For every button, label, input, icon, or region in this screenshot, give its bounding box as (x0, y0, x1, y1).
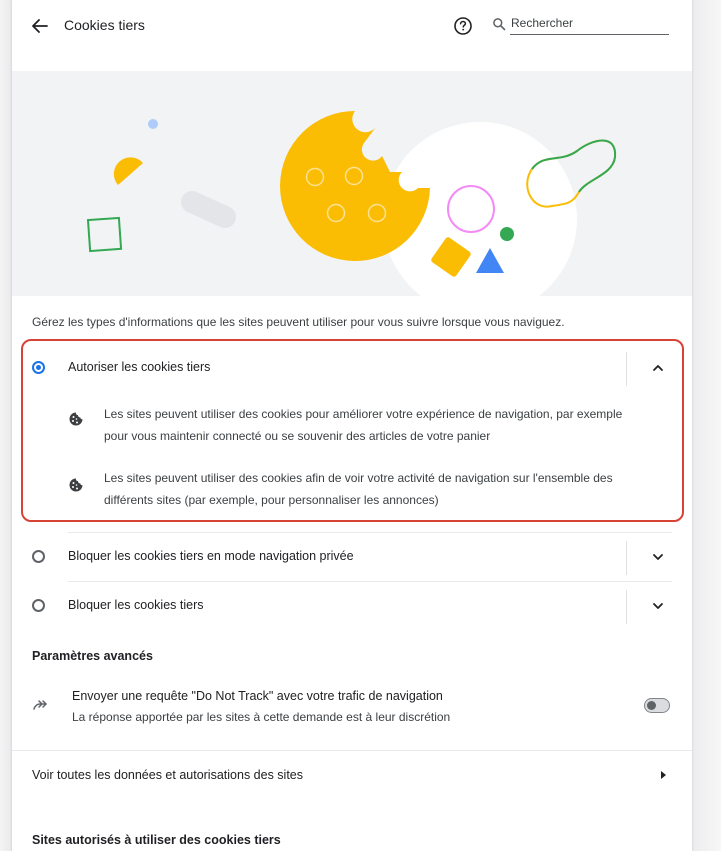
option-block-third-party[interactable]: Bloquer les cookies tiers (12, 582, 692, 630)
dnt-sublabel: La réponse apportée par les sites à cett… (72, 710, 451, 724)
dnt-toggle[interactable] (644, 698, 670, 713)
back-button[interactable] (28, 14, 52, 38)
help-button[interactable] (452, 15, 474, 37)
vertical-separator (626, 541, 627, 575)
advanced-section-title: Paramètres avancés (32, 649, 153, 663)
arrow-back-icon (32, 19, 48, 33)
page-gutter-right (692, 0, 721, 851)
hero-illustration (12, 71, 692, 296)
option-label: Bloquer les cookies tiers (68, 598, 204, 612)
chevron-down-icon (653, 603, 663, 609)
settings-card: Cookies tiers Rechercher Gérez les types… (12, 0, 692, 851)
do-not-track-icon (33, 700, 47, 710)
expand-toggle[interactable] (649, 597, 667, 615)
search-input[interactable] (510, 14, 669, 35)
help-icon (454, 17, 472, 35)
vertical-separator (626, 590, 627, 624)
chevron-down-icon (653, 554, 663, 560)
expand-toggle[interactable] (649, 548, 667, 566)
page-title: Cookies tiers (64, 17, 145, 33)
radio-block-incognito[interactable] (32, 550, 45, 563)
site-data-link: Voir toutes les données et autorisations… (32, 768, 303, 782)
page-header: Cookies tiers (12, 0, 692, 56)
option-label: Bloquer les cookies tiers en mode naviga… (68, 549, 354, 563)
option-block-incognito[interactable]: Bloquer les cookies tiers en mode naviga… (12, 533, 692, 581)
highlight-annotation (21, 339, 684, 522)
page-gutter-left (0, 0, 12, 851)
dnt-label: Envoyer une requête "Do Not Track" avec … (72, 689, 443, 703)
toggle-thumb (647, 701, 656, 710)
arrow-right-icon (661, 771, 666, 779)
cookies-illustration (86, 111, 617, 296)
description-text: Gérez les types d'informations que les s… (32, 315, 565, 329)
site-data-link-row[interactable]: Voir toutes les données et autorisations… (12, 751, 692, 799)
allowed-sites-title: Sites autorisés à utiliser des cookies t… (32, 833, 281, 847)
search-field (490, 14, 672, 36)
radio-block-third-party[interactable] (32, 599, 45, 612)
search-icon (493, 18, 506, 31)
